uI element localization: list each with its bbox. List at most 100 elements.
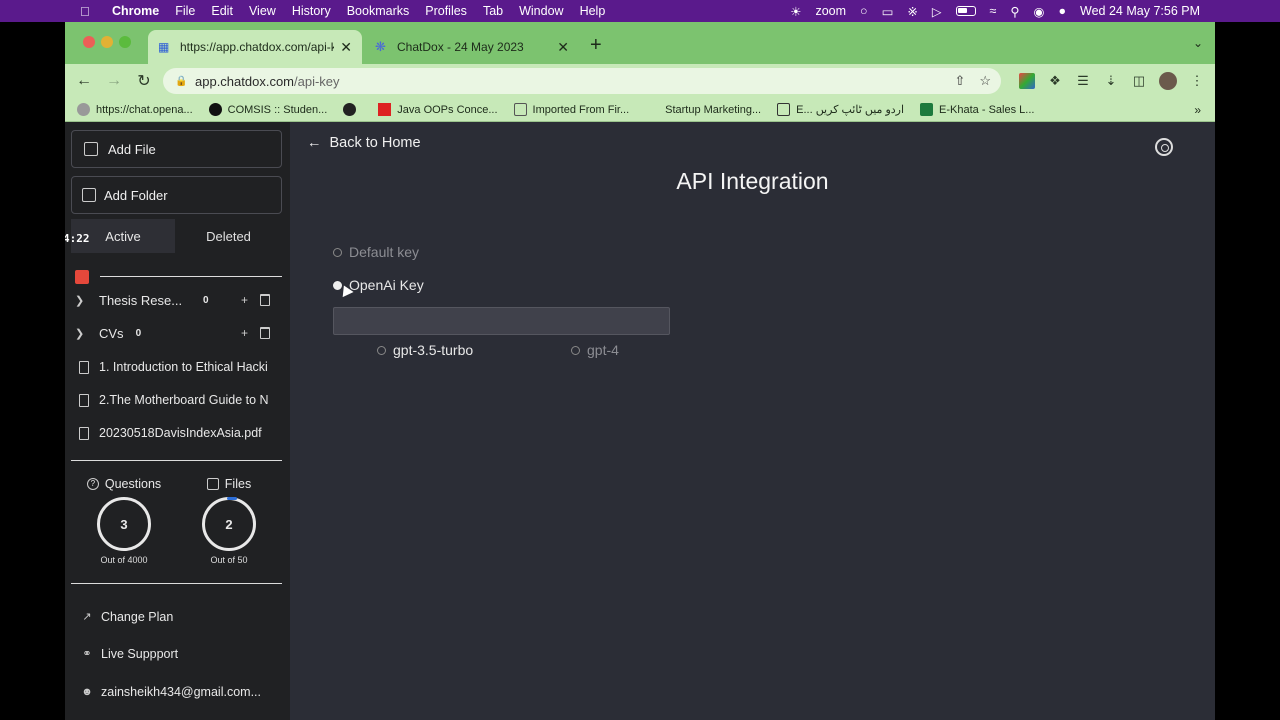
bookmark-item[interactable]: E... اردو میں ٹائپ کریں (777, 103, 904, 116)
file-row[interactable]: 1. Introduction to Ethical Hacki (79, 356, 282, 378)
radio-gpt35[interactable] (377, 345, 386, 355)
page-title: API Integration (676, 168, 829, 194)
add-file-button[interactable]: Add File (71, 130, 282, 168)
files-stat: Files 2 Out of 50 (189, 477, 269, 565)
openai-key-input[interactable] (333, 307, 670, 335)
bookmark-item[interactable]: Imported From Fir... (513, 103, 629, 116)
questions-limit: Out of 4000 (100, 555, 148, 565)
divider (71, 583, 282, 584)
chevron-right-icon[interactable]: ❯ (75, 327, 89, 340)
folder-row[interactable]: ❯ CVs 0 + (75, 322, 282, 344)
tab-api-key[interactable]: ▦ https://app.chatdox.com/api-k ✕ (148, 30, 362, 64)
siri-icon[interactable]: ● (1058, 4, 1066, 18)
add-folder-button[interactable]: Add Folder (71, 176, 282, 214)
active-deleted-toggle: Active Deleted (71, 219, 282, 253)
media-icon[interactable]: ☰ (1075, 73, 1091, 89)
address-bar[interactable]: 🔒 app.chatdox.com/api-key ⇧ ☆ (163, 68, 1001, 94)
timer-overlay: 4:22 (65, 232, 90, 245)
bookmark-item[interactable]: E-Khata - Sales L... (920, 103, 1034, 116)
macos-menubar:  Chrome File Edit View History Bookmark… (0, 0, 1280, 22)
new-tab-button[interactable]: + (590, 34, 602, 57)
back-arrow-icon[interactable]: ← (73, 72, 95, 90)
menu-help[interactable]: Help (580, 4, 606, 18)
menu-edit[interactable]: Edit (211, 4, 233, 18)
menu-file[interactable]: File (175, 4, 195, 18)
app-container: Add File Add Folder Active Deleted 4:22 … (65, 122, 1215, 720)
bookmark-item[interactable]: COMSIS :: Studen... (208, 103, 327, 116)
close-window-button[interactable] (83, 36, 95, 48)
battery-icon[interactable] (955, 6, 976, 16)
menu-history[interactable]: History (292, 4, 331, 18)
bookmark-item[interactable]: Java OOPs Conce... (378, 103, 498, 116)
maximize-window-button[interactable] (119, 36, 131, 48)
bookmark-item[interactable]: Startup Marketing... (665, 104, 761, 116)
radio-gpt4[interactable] (571, 345, 580, 355)
play-icon[interactable]: ▷ (932, 4, 942, 19)
folder-row[interactable]: ❯ Thesis Rese... 0 + (75, 289, 282, 311)
document-icon (79, 393, 89, 407)
sidepanel-icon[interactable]: ◫ (1131, 73, 1147, 89)
model-gpt4-option[interactable]: gpt-4 (571, 342, 619, 358)
plus-icon[interactable]: + (241, 293, 248, 307)
screen-icon[interactable]: ▭ (882, 4, 894, 19)
extension-color-icon[interactable] (1019, 73, 1035, 89)
radio-default-key[interactable] (333, 247, 342, 257)
menu-view[interactable]: View (249, 4, 276, 18)
zoom-label[interactable]: zoom (815, 4, 846, 18)
star-icon[interactable]: ☆ (979, 73, 991, 89)
plus-icon[interactable]: + (241, 326, 248, 340)
menu-bookmarks[interactable]: Bookmarks (347, 4, 410, 18)
chevron-down-icon[interactable]: ⌄ (1193, 36, 1203, 50)
sun-icon[interactable]: ☀ (790, 4, 801, 19)
default-key-option[interactable]: Default key (333, 244, 419, 260)
change-plan-link[interactable]: ↗ Change Plan (81, 607, 173, 627)
forward-arrow-icon[interactable]: → (103, 72, 125, 90)
file-row[interactable]: 2.The Motherboard Guide to N (79, 389, 282, 411)
download-icon[interactable]: ⇣ (1103, 73, 1119, 89)
trash-icon[interactable] (260, 327, 270, 339)
tab-chatdox[interactable]: ❋ ChatDox - 24 May 2023 ✕ (365, 30, 579, 64)
bookmark-item[interactable] (343, 103, 362, 116)
urdu-icon (777, 103, 791, 116)
question-icon: ? (86, 478, 99, 490)
kebab-menu-icon[interactable]: ⋮ (1189, 73, 1205, 89)
arrow-left-icon: ← (307, 135, 322, 151)
menu-window[interactable]: Window (519, 4, 563, 18)
bookmarks-overflow-icon[interactable]: » (1194, 103, 1201, 117)
bookmark-item[interactable]: https://chat.opena... (77, 103, 193, 116)
reload-icon[interactable]: ↻ (133, 71, 155, 91)
back-to-home-link[interactable]: ← Back to Home (307, 135, 421, 151)
minimize-window-button[interactable] (101, 36, 113, 48)
divider (71, 460, 282, 461)
menubar-datetime[interactable]: Wed 24 May 7:56 PM (1080, 4, 1200, 18)
file-row[interactable]: 20230518DavisIndexAsia.pdf (79, 422, 282, 444)
bookmarks-bar: https://chat.opena... COMSIS :: Studen..… (65, 98, 1215, 122)
apple-icon[interactable]:  (80, 4, 96, 19)
profile-avatar[interactable] (1159, 72, 1177, 90)
screen:  Chrome File Edit View History Bookmark… (0, 0, 1280, 720)
gear-icon[interactable] (1155, 138, 1173, 156)
share-icon[interactable]: ⇧ (954, 73, 965, 89)
menu-tab[interactable]: Tab (483, 4, 503, 18)
bluetooth-icon[interactable]: ※ (907, 4, 917, 19)
control-center-icon[interactable]: ◉ (1034, 4, 1045, 19)
files-label: Files (224, 477, 252, 491)
model-gpt35-option[interactable]: gpt-3.5-turbo (377, 342, 473, 358)
wifi-icon[interactable]: ≈ (990, 4, 997, 18)
tab-deleted[interactable]: Deleted (175, 219, 282, 253)
search-icon[interactable]: ⚲ (1010, 4, 1019, 19)
live-support-link[interactable]: ⚭ Live Suppport (81, 644, 178, 664)
puzzle-icon[interactable]: ❖ (1047, 73, 1063, 89)
lock-icon[interactable]: 🔒 (175, 76, 187, 87)
trash-icon[interactable] (260, 294, 270, 306)
close-tab-icon[interactable]: ✕ (340, 39, 352, 56)
close-tab-icon[interactable]: ✕ (557, 39, 569, 56)
chevron-right-icon[interactable]: ❯ (75, 294, 89, 307)
user-account-link[interactable]: ☻ zainsheikh434@gmail.com... (81, 682, 261, 702)
menu-app-name[interactable]: Chrome (112, 4, 159, 18)
red-square-icon[interactable] (75, 270, 89, 284)
tab-title: ChatDox - 24 May 2023 (397, 40, 524, 54)
menu-profiles[interactable]: Profiles (425, 4, 467, 18)
questions-header: ? Questions (84, 477, 164, 491)
headphones-icon[interactable]: ○ (860, 4, 868, 18)
